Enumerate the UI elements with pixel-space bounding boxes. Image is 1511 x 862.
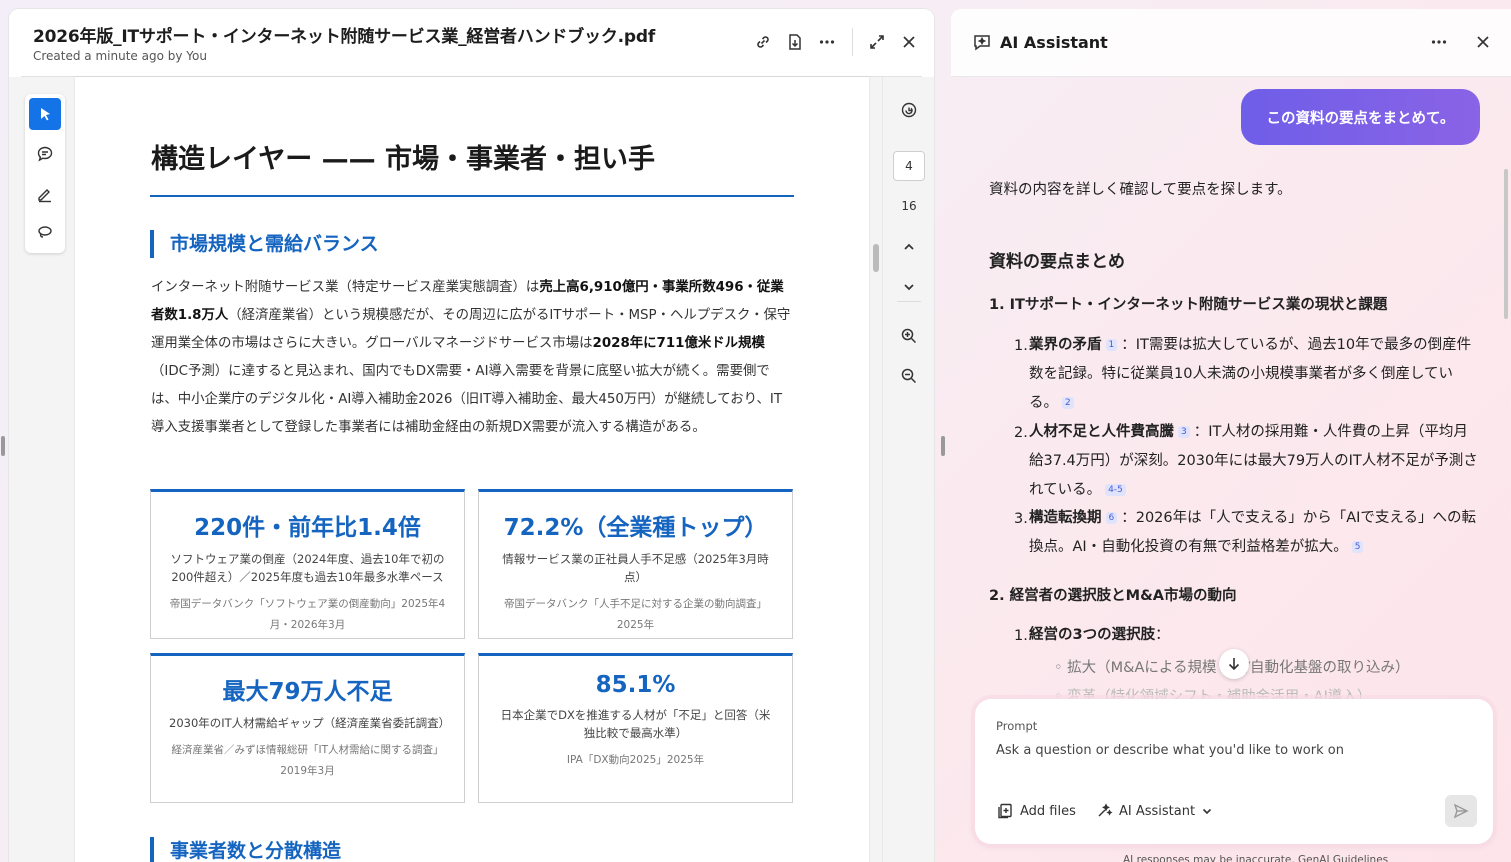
send-icon <box>1453 803 1469 819</box>
section-heading-market: 市場規模と需給バランス <box>150 230 379 258</box>
total-pages: 16 <box>901 199 917 213</box>
stat-card: 220件・前年比1.4倍 ソフトウェア業の倒産（2024年度、過去10年で初の2… <box>150 489 465 639</box>
close-assistant-icon[interactable] <box>1475 34 1491 54</box>
stat-description: 情報サービス業の正社員人手不足感（2025年3月時点） <box>502 552 769 584</box>
chat-scrollbar[interactable] <box>1504 169 1508 319</box>
stat-value: 220件・前年比1.4倍 <box>194 515 421 541</box>
stat-card: 最大79万人不足 2030年のIT人材需給ギャップ（経済産業省委託調査） 経済産… <box>150 653 465 803</box>
bullet-item: ◦ 変革（特化領域シフト・補助金活用・AI導入） <box>1054 689 1372 699</box>
page-navigation-rail: 4 16 <box>882 77 934 862</box>
header-separator <box>852 28 853 56</box>
save-file-icon[interactable] <box>783 30 807 54</box>
citation-badge[interactable]: 3 <box>1178 426 1190 438</box>
next-page-icon[interactable] <box>897 275 921 299</box>
previous-page-icon[interactable] <box>897 235 921 259</box>
list-number: 1. <box>1014 628 1028 644</box>
assistant-mode-dropdown[interactable]: AI Assistant <box>1095 799 1213 823</box>
section-heading-operators: 事業者数と分散構造 <box>150 837 341 862</box>
citation-badge[interactable]: 5 <box>1351 541 1364 553</box>
citation-badge[interactable]: 2 <box>1062 397 1074 409</box>
page-heading: 構造レイヤー —— 市場・事業者・担い手 <box>151 144 655 175</box>
prompt-box[interactable]: Prompt Ask a question or describe what y… <box>975 699 1493 844</box>
add-files-button[interactable]: Add files <box>996 799 1076 823</box>
stat-source: IPA「DX動向2025」2025年 <box>566 754 705 766</box>
stat-source: 帝国データバンク「ソフトウェア業の倒産動向」2025年4月・2026年3月 <box>169 598 446 631</box>
pdf-page: 構造レイヤー —— 市場・事業者・担い手 市場規模と需給バランス インターネット… <box>75 77 869 862</box>
summary-heading: 資料の要点まとめ <box>989 252 1125 272</box>
panel-resize-handle[interactable] <box>941 436 945 456</box>
select-tool[interactable] <box>29 98 61 130</box>
user-message: この資料の要点をまとめて。 <box>1241 89 1480 145</box>
ai-assistant-title: AI Assistant <box>1000 33 1108 52</box>
ai-assistant-header: AI Assistant <box>951 9 1511 77</box>
document-viewer: 構造レイヤー —— 市場・事業者・担い手 市場規模と需給バランス インターネット… <box>9 77 934 862</box>
scroll-down-button[interactable] <box>1219 649 1249 679</box>
list-number: 1. <box>1014 338 1028 354</box>
stat-card: 85.1% 日本企業でDXを推進する人材が「不足」と回答（米独比較で最高水準） … <box>478 653 793 803</box>
document-header: 2026年版_ITサポート・インターネット附随サービス業_経営者ハンドブック.p… <box>9 9 934 77</box>
more-options-icon[interactable] <box>815 30 839 54</box>
more-options-icon[interactable] <box>1430 33 1448 55</box>
citation-badge[interactable]: 4-5 <box>1105 484 1126 496</box>
heading-underline <box>150 195 794 197</box>
ai-assistant-panel: AI Assistant この資料の要点をまとめて。 資料の内容を詳しく確認して… <box>951 9 1511 862</box>
document-scrollbar[interactable] <box>873 244 879 272</box>
comment-tool[interactable] <box>29 138 61 170</box>
section-2-heading: 2. 経営者の選択肢とM&A市場の動向 <box>989 588 1237 604</box>
close-document-icon[interactable] <box>897 30 921 54</box>
rail-separator <box>897 301 921 302</box>
ai-sparkle-icon <box>1098 803 1113 817</box>
market-paragraph: インターネット附随サービス業（特定サービス産業実態調査）は売上高6,910億円・… <box>151 280 791 435</box>
list-item: 構造転換期 6 ：2026年は「人で支える」から「AIで支える」への転換点。AI・自… <box>1029 510 1476 555</box>
citation-badge[interactable]: 1 <box>1105 339 1118 351</box>
expand-icon[interactable] <box>865 30 889 54</box>
list-item: 人材不足と人件費高騰 3 ：IT人材の採用難・人件費の上昇（平均月給37.4万円）が… <box>1029 424 1478 498</box>
document-panel: 2026年版_ITサポート・インターネット附随サービス業_経営者ハンドブック.p… <box>9 9 934 862</box>
disclaimer-footnote: AI responses may be inaccurate. GenAI Gu… <box>1123 854 1389 862</box>
stat-card: 72.2%（全業種トップ） 情報サービス業の正社員人手不足感（2025年3月時点… <box>478 489 793 639</box>
lasso-tool[interactable] <box>29 216 61 248</box>
copy-link-icon[interactable] <box>751 30 775 54</box>
left-resize-handle[interactable] <box>1 436 5 456</box>
stat-value: 85.1% <box>595 672 676 698</box>
list-item: 業界の矛盾 1 ：IT需要は拡大しているが、過去10年で最多の倒産件数を記録。特に従… <box>1029 337 1472 411</box>
ai-summary-icon[interactable] <box>897 98 921 122</box>
stat-source: 経済産業省／みずほ情報総研「IT人材需給に関する調査」2019年3月 <box>171 744 444 777</box>
ai-assistant-icon <box>972 32 992 56</box>
list-number: 2. <box>1014 425 1028 441</box>
tool-rail <box>25 94 65 253</box>
zoom-in-icon[interactable] <box>897 324 921 348</box>
chevron-down-icon <box>1203 808 1212 815</box>
draw-tool[interactable] <box>29 178 61 210</box>
stat-description: 日本企業でDXを推進する人材が「不足」と回答（米独比較で最高水準） <box>500 708 771 740</box>
stat-value: 最大79万人不足 <box>222 679 393 705</box>
document-subtitle: Created a minute ago by You <box>33 49 207 63</box>
list-item: 経営の3つの選択肢： <box>1029 627 1170 643</box>
zoom-out-icon[interactable] <box>897 364 921 388</box>
list-number: 3. <box>1014 511 1028 527</box>
add-files-icon <box>998 803 1012 819</box>
document-title: 2026年版_ITサポート・インターネット附随サービス業_経営者ハンドブック.p… <box>33 27 656 47</box>
section-1-heading: 1. ITサポート・インターネット附随サービス業の現状と課題 <box>989 297 1388 313</box>
assistant-status: 資料の内容を詳しく確認して要点を探します。 <box>989 182 1292 198</box>
stat-source: 帝国データバンク「人手不足に対する企業の動向調査」2025年 <box>503 598 768 631</box>
stat-value: 72.2%（全業種トップ） <box>503 515 768 541</box>
prompt-label: Prompt <box>996 719 1038 733</box>
prompt-input[interactable]: Ask a question or describe what you'd li… <box>996 743 1344 758</box>
current-page-input[interactable]: 4 <box>893 151 925 181</box>
citation-badge[interactable]: 6 <box>1105 512 1118 524</box>
send-button[interactable] <box>1445 795 1477 827</box>
stat-description: 2030年のIT人材需給ギャップ（経済産業省委託調査） <box>169 716 451 730</box>
stat-description: ソフトウェア業の倒産（2024年度、過去10年で初の200件超え）／2025年度… <box>170 552 445 584</box>
